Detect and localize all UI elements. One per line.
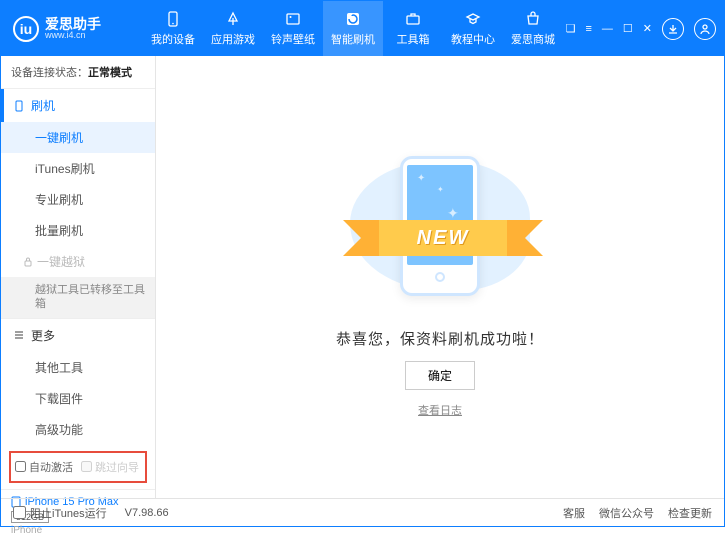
sidebar-itunes-flash[interactable]: iTunes刷机 — [1, 153, 155, 184]
device-icon — [163, 10, 183, 28]
success-illustration: ✦ ✦ ✦ NEW — [325, 136, 555, 316]
sidebar-flash-header[interactable]: 刷机 — [1, 89, 155, 122]
ok-button[interactable]: 确定 — [405, 361, 475, 390]
device-type: iPhone — [11, 525, 145, 536]
block-itunes-checkbox[interactable]: 阻止iTunes运行 — [13, 505, 107, 521]
image-icon — [283, 10, 303, 28]
apps-icon — [223, 10, 243, 28]
options-highlight: 自动激活 跳过向导 — [9, 451, 147, 483]
app-logo: iu 爱思助手 www.i4.cn — [13, 16, 143, 42]
user-button[interactable] — [694, 18, 716, 40]
sidebar-advanced[interactable]: 高级功能 — [1, 414, 155, 445]
nav-toolbox[interactable]: 工具箱 — [383, 1, 443, 56]
logo-title: 爱思助手 — [45, 17, 101, 31]
skin-icon[interactable]: ❏ — [566, 22, 576, 35]
toolbox-icon — [403, 10, 423, 28]
logo-icon: iu — [13, 16, 39, 42]
skip-guide-checkbox[interactable]: 跳过向导 — [81, 459, 139, 475]
new-ribbon: NEW — [343, 218, 543, 258]
sidebar-oneclick-flash[interactable]: 一键刷机 — [1, 122, 155, 153]
auto-activate-checkbox[interactable]: 自动激活 — [15, 459, 73, 475]
sidebar-batch-flash[interactable]: 批量刷机 — [1, 215, 155, 246]
wechat-link[interactable]: 微信公众号 — [599, 505, 654, 521]
nav-ringtones[interactable]: 铃声壁纸 — [263, 1, 323, 56]
store-icon — [523, 10, 543, 28]
sidebar-jailbreak: 一键越狱 — [1, 246, 155, 277]
nav-my-device[interactable]: 我的设备 — [143, 1, 203, 56]
view-log-link[interactable]: 查看日志 — [418, 402, 462, 418]
check-update-link[interactable]: 检查更新 — [668, 505, 712, 521]
sidebar-pro-flash[interactable]: 专业刷机 — [1, 184, 155, 215]
sidebar-more-header[interactable]: 更多 — [1, 319, 155, 352]
customer-service-link[interactable]: 客服 — [563, 505, 585, 521]
hat-icon — [463, 10, 483, 28]
logo-url: www.i4.cn — [45, 31, 101, 40]
sidebar-download-firmware[interactable]: 下载固件 — [1, 383, 155, 414]
maximize-icon[interactable]: ☐ — [623, 22, 633, 35]
nav-flash[interactable]: 智能刷机 — [323, 1, 383, 56]
list-icon — [13, 329, 25, 341]
phone-icon — [13, 100, 25, 112]
download-button[interactable] — [662, 18, 684, 40]
version-label: V7.98.66 — [125, 507, 169, 519]
sidebar-jailbreak-info: 越狱工具已转移至工具箱 — [1, 277, 155, 318]
minimize-icon[interactable]: — — [602, 23, 613, 35]
success-message: 恭喜您，保资料刷机成功啦！ — [336, 328, 544, 349]
connection-status: 设备连接状态：正常模式 — [1, 56, 155, 88]
nav-store[interactable]: 爱思商城 — [503, 1, 563, 56]
flash-icon — [343, 10, 363, 28]
lock-icon — [23, 257, 33, 267]
nav-apps[interactable]: 应用游戏 — [203, 1, 263, 56]
menu-icon[interactable]: ≡ — [585, 23, 591, 35]
close-icon[interactable]: ✕ — [643, 22, 652, 35]
nav-tutorials[interactable]: 教程中心 — [443, 1, 503, 56]
sidebar-other-tools[interactable]: 其他工具 — [1, 352, 155, 383]
